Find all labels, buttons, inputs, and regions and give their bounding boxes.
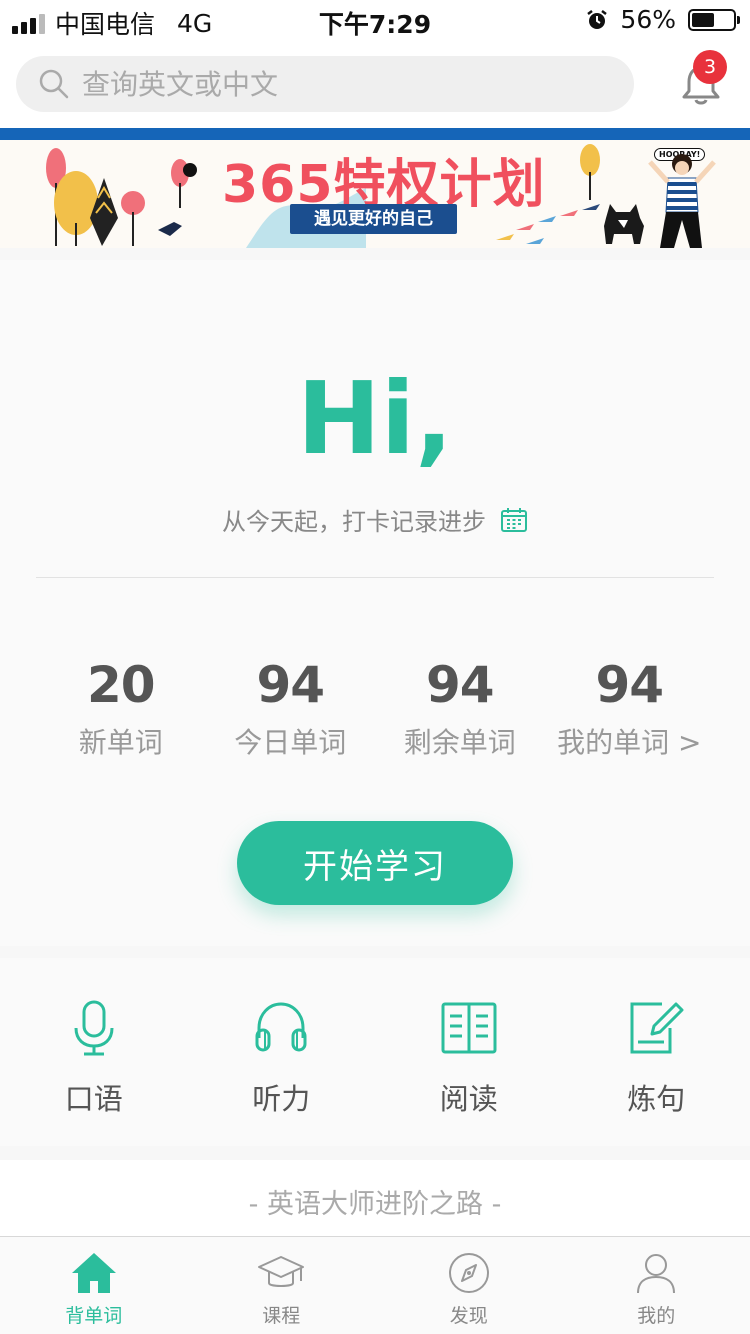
stat-value: 94: [425, 656, 495, 714]
start-learning-button[interactable]: 开始学习: [237, 821, 513, 905]
tab-profile[interactable]: 我的: [563, 1237, 750, 1334]
calendar-icon[interactable]: [500, 506, 528, 534]
stat-label: 新单词: [78, 726, 163, 759]
status-bar: 中国电信 4G 下午7:29 56%: [0, 0, 750, 40]
battery-icon: [688, 8, 740, 31]
stat-label: 我的单词 >: [557, 726, 702, 759]
book-icon: [441, 1002, 497, 1054]
stat-new-words: 20 新单词: [36, 655, 206, 761]
microphone-icon: [74, 1000, 114, 1056]
tab-label: 背单词: [65, 1305, 123, 1327]
tab-bar: 背单词 课程 发现 我的: [0, 1236, 750, 1334]
stat-remaining-words: 94 剩余单词: [375, 655, 545, 761]
stat-label: 剩余单词: [403, 726, 516, 759]
progress-card: Hi, 从今天起，打卡记录进步 20 新单词 94 今日单词 94 剩余单词 9…: [0, 260, 750, 946]
feature-grid: 口语 听力 阅读 炼句: [0, 958, 750, 1146]
tab-label: 发现: [449, 1305, 488, 1327]
feature-listening[interactable]: 听力: [188, 958, 376, 1146]
tab-label: 我的: [637, 1305, 676, 1327]
stat-value: 94: [256, 656, 325, 714]
banner-fish-decoration: [496, 204, 600, 244]
feature-label: 阅读: [439, 1082, 498, 1116]
tab-courses[interactable]: 课程: [188, 1237, 376, 1334]
banner-illustration-left: [46, 148, 197, 246]
banner-subtitle: 遇见更好的自己: [290, 204, 457, 234]
search-bar[interactable]: [16, 56, 634, 112]
feature-label: 听力: [252, 1082, 311, 1116]
stat-today-words: 94 今日单词: [206, 655, 376, 761]
banner-girl: [648, 154, 716, 248]
search-input[interactable]: [82, 67, 602, 101]
headphones-icon: [255, 1002, 307, 1052]
word-stats: 20 新单词 94 今日单词 94 剩余单词 94 我的单词 >: [36, 655, 714, 761]
status-right: 56%: [586, 5, 740, 34]
tab-vocabulary[interactable]: 背单词: [0, 1237, 188, 1334]
search-icon: [39, 69, 69, 99]
section-tagline: - 英语大师进阶之路 -: [0, 1160, 750, 1236]
stat-value: 20: [86, 656, 156, 714]
app-screen: 中国电信 4G 下午7:29 56% 查询英文或中文 3 365特权计划 遇见更…: [0, 0, 750, 1334]
feature-sentence-practice[interactable]: 炼句: [563, 958, 750, 1146]
compass-icon: [448, 1253, 489, 1293]
card-divider: [36, 577, 714, 578]
notification-badge: 3: [693, 50, 727, 84]
stat-value: 94: [595, 656, 664, 714]
tagline-text: 从今天起，打卡记录进步: [222, 508, 486, 536]
stat-my-words-link[interactable]: 94 我的单词 >: [545, 655, 715, 761]
checkin-tagline[interactable]: 从今天起，打卡记录进步: [0, 502, 750, 537]
stat-label: 今日单词: [234, 726, 347, 759]
feature-reading[interactable]: 阅读: [375, 958, 563, 1146]
home-icon: [71, 1253, 116, 1293]
search-header: 3: [0, 40, 750, 128]
greeting-title: Hi,: [297, 360, 453, 477]
tab-discover[interactable]: 发现: [375, 1237, 563, 1334]
banner-tree-right: [580, 144, 600, 200]
feature-label: 口语: [64, 1082, 123, 1116]
user-icon: [637, 1254, 676, 1294]
tab-label: 课程: [262, 1305, 301, 1327]
promo-banner[interactable]: 365特权计划 遇见更好的自己 HOORAY!: [0, 128, 750, 248]
feature-speaking[interactable]: 口语: [0, 958, 188, 1146]
battery-percent: 56%: [620, 5, 676, 34]
alarm-icon: [587, 9, 608, 29]
feature-label: 炼句: [627, 1082, 686, 1116]
edit-note-icon: [630, 1002, 684, 1054]
graduation-cap-icon: [258, 1256, 305, 1287]
